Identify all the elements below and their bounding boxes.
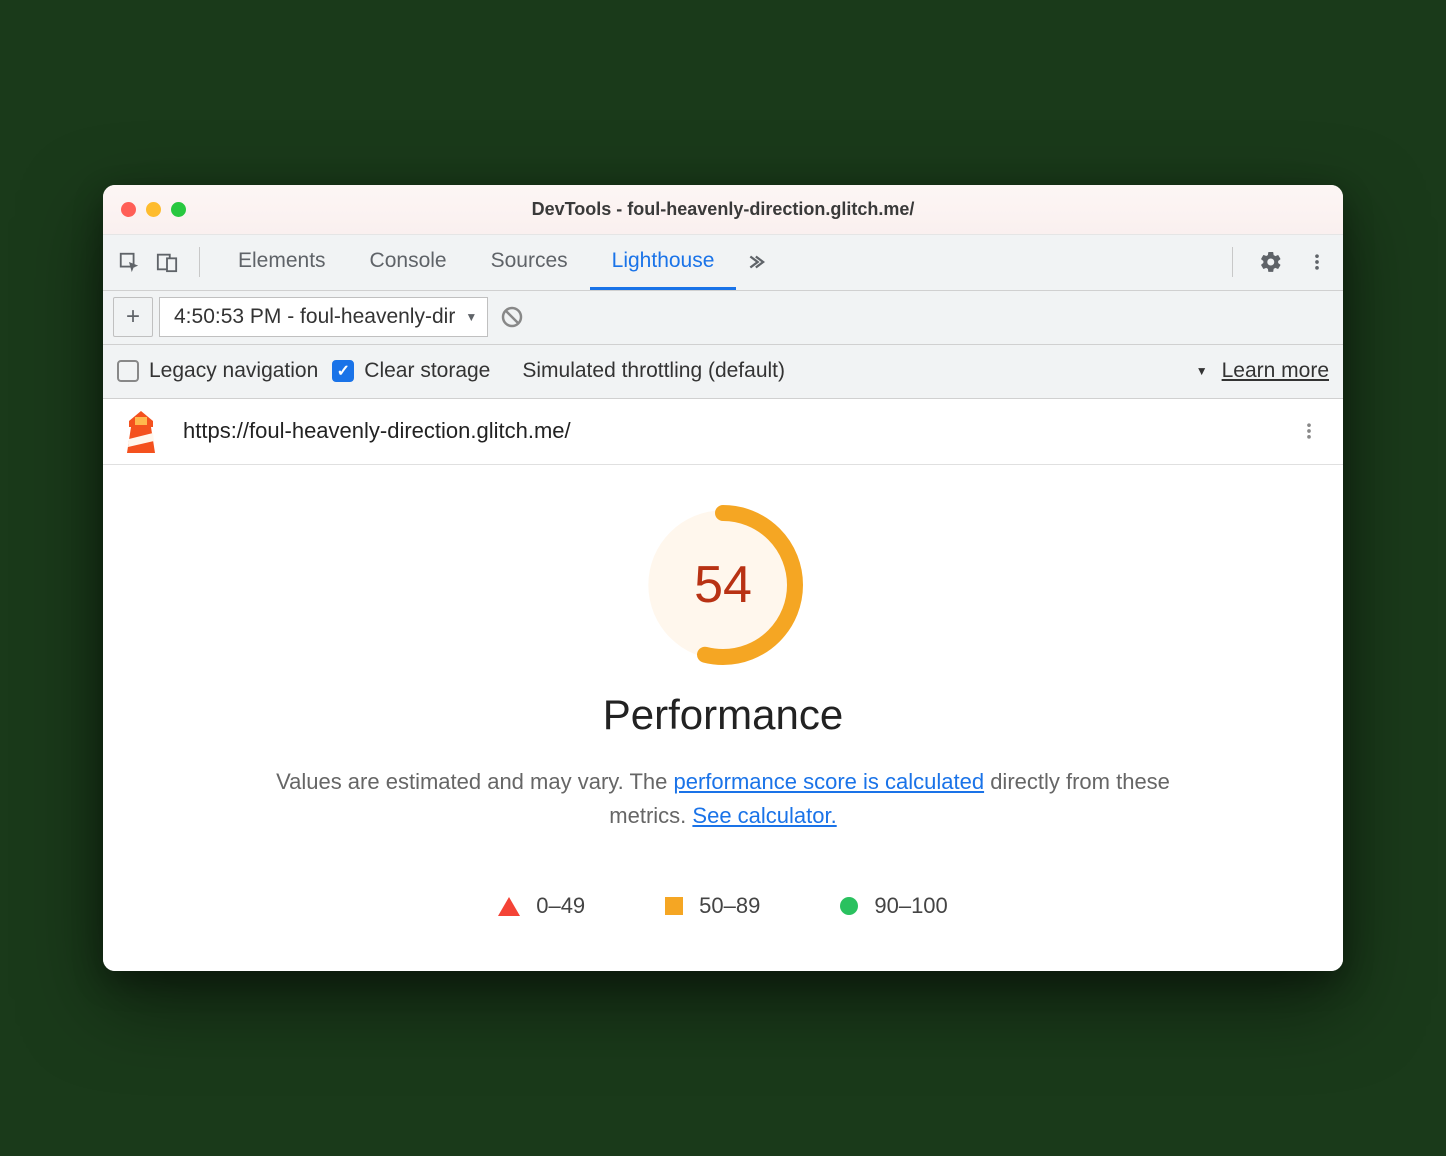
titlebar: DevTools - foul-heavenly-direction.glitc… <box>103 185 1343 235</box>
lighthouse-toolbar: + 4:50:53 PM - foul-heavenly-dir ▼ <box>103 291 1343 345</box>
learn-more-link[interactable]: Learn more <box>1222 359 1329 383</box>
report-selector[interactable]: 4:50:53 PM - foul-heavenly-dir ▼ <box>159 297 488 337</box>
square-orange-icon <box>665 897 683 915</box>
score-calculated-link[interactable]: performance score is calculated <box>673 769 984 794</box>
close-window-button[interactable] <box>121 202 136 217</box>
legend-average: 50–89 <box>665 893 760 919</box>
new-report-button[interactable]: + <box>113 297 153 337</box>
tab-console[interactable]: Console <box>348 235 469 290</box>
report-selector-label: 4:50:53 PM - foul-heavenly-dir <box>174 305 455 329</box>
legend-range-pass: 90–100 <box>874 893 947 919</box>
performance-gauge: 54 <box>643 505 803 665</box>
lighthouse-logo-icon <box>121 409 161 453</box>
traffic-lights <box>121 202 186 217</box>
lighthouse-report: 54 Performance Values are estimated and … <box>103 465 1343 971</box>
legacy-navigation-checkbox[interactable] <box>117 360 139 382</box>
clear-storage-label: Clear storage <box>364 359 490 383</box>
clear-storage-option[interactable]: Clear storage <box>332 359 490 383</box>
throttling-label: Simulated throttling (default) <box>522 359 785 383</box>
maximize-window-button[interactable] <box>171 202 186 217</box>
main-tabbar: Elements Console Sources Lighthouse <box>103 235 1343 291</box>
more-options-icon[interactable] <box>1301 246 1333 278</box>
report-url-bar: https://foul-heavenly-direction.glitch.m… <box>103 399 1343 465</box>
separator <box>1232 247 1233 277</box>
legend-fail: 0–49 <box>498 893 585 919</box>
legacy-navigation-label: Legacy navigation <box>149 359 318 383</box>
lighthouse-options-bar: Legacy navigation Clear storage Simulate… <box>103 345 1343 399</box>
more-tabs-button[interactable] <box>736 235 772 290</box>
circle-green-icon <box>840 897 858 915</box>
clear-storage-checkbox[interactable] <box>332 360 354 382</box>
performance-description: Values are estimated and may vary. The p… <box>273 765 1173 833</box>
report-url: https://foul-heavenly-direction.glitch.m… <box>183 418 1271 444</box>
inspect-element-icon[interactable] <box>113 246 145 278</box>
legend-range-fail: 0–49 <box>536 893 585 919</box>
performance-score: 54 <box>643 505 803 665</box>
minimize-window-button[interactable] <box>146 202 161 217</box>
desc-text: Values are estimated and may vary. The <box>276 769 673 794</box>
legacy-navigation-option[interactable]: Legacy navigation <box>117 359 318 383</box>
separator <box>199 247 200 277</box>
triangle-red-icon <box>498 897 520 916</box>
tab-lighthouse[interactable]: Lighthouse <box>590 235 737 290</box>
toggle-device-icon[interactable] <box>151 246 183 278</box>
chevron-down-icon: ▼ <box>465 310 477 324</box>
clear-report-icon[interactable] <box>494 299 530 335</box>
settings-gear-icon[interactable] <box>1255 246 1287 278</box>
tab-elements[interactable]: Elements <box>216 235 348 290</box>
legend-range-average: 50–89 <box>699 893 760 919</box>
throttling-dropdown-icon[interactable]: ▼ <box>1196 364 1208 378</box>
performance-heading: Performance <box>603 691 843 739</box>
score-legend: 0–49 50–89 90–100 <box>498 893 948 919</box>
panel-tabs: Elements Console Sources Lighthouse <box>216 235 1218 290</box>
see-calculator-link[interactable]: See calculator. <box>692 803 836 828</box>
devtools-window: DevTools - foul-heavenly-direction.glitc… <box>103 185 1343 971</box>
window-title: DevTools - foul-heavenly-direction.glitc… <box>103 199 1343 220</box>
tab-sources[interactable]: Sources <box>469 235 590 290</box>
report-menu-icon[interactable] <box>1293 415 1325 447</box>
legend-pass: 90–100 <box>840 893 947 919</box>
